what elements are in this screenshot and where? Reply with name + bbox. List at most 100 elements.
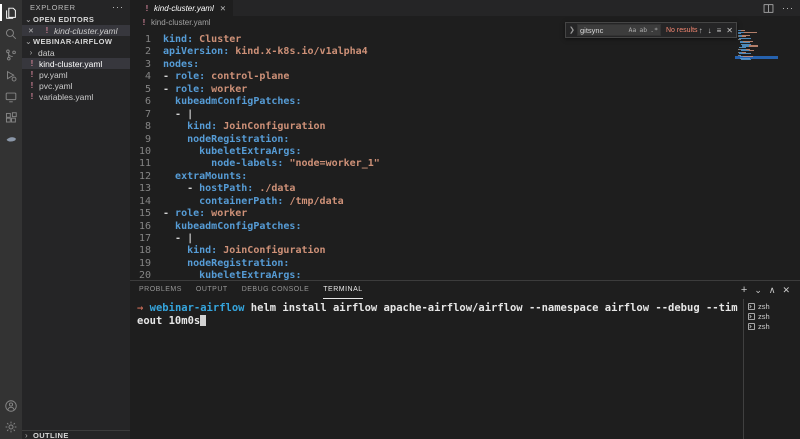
editor-group: ! kind-cluster.yaml ✕ ··· ! kind-cluster… [130, 0, 800, 280]
sidebar-item-data[interactable]: ›data [22, 47, 130, 58]
regex-icon[interactable]: .* [650, 26, 658, 34]
new-terminal-icon[interactable]: + [741, 285, 747, 296]
chevron-down-icon: ⌄ [25, 15, 33, 24]
panel-tab-terminal[interactable]: TERMINAL [323, 281, 362, 299]
code-line[interactable]: 19 nodeRegistration: [130, 258, 800, 270]
panel-tab-output[interactable]: OUTPUT [196, 281, 228, 299]
terminal-dropdown-icon[interactable]: ⌄ [754, 286, 762, 295]
file-label: pv.yaml [39, 70, 68, 80]
code-editor[interactable]: 1kind: Cluster2apiVersion: kind.x-k8s.io… [130, 29, 800, 280]
explorer-icon[interactable] [0, 2, 22, 23]
panel-tab-debug-console[interactable]: DEBUG CONSOLE [242, 281, 310, 299]
match-case-icon[interactable]: Aa [629, 26, 637, 34]
code-text: kubeadmConfigPatches: [163, 221, 301, 233]
code-line[interactable]: 15- role: worker [130, 208, 800, 220]
panel-header: PROBLEMSOUTPUTDEBUG CONSOLETERMINAL + ⌄ … [130, 281, 800, 299]
code-line[interactable]: 16 kubeadmConfigPatches: [130, 221, 800, 233]
code-line[interactable]: 3nodes: [130, 59, 800, 71]
code-line[interactable]: 4- role: control-plane [130, 71, 800, 83]
code-line[interactable]: 5- role: worker [130, 84, 800, 96]
tab-bar: ! kind-cluster.yaml ✕ ··· [130, 0, 800, 16]
sidebar-item-kind-cluster-yaml[interactable]: !kind-cluster.yaml [22, 58, 130, 69]
code-line[interactable]: 20 kubeletExtraArgs: [130, 270, 800, 280]
find-toggle-replace-icon[interactable]: ❯ [569, 26, 577, 34]
maximize-panel-icon[interactable]: ∧ [769, 286, 776, 295]
line-number: 15 [130, 208, 163, 220]
sidebar-item-pvc-yaml[interactable]: !pvc.yaml [22, 80, 130, 91]
code-line[interactable]: 10 kubeletExtraArgs: [130, 146, 800, 158]
code-line[interactable]: 11 node-labels: "node=worker_1" [130, 158, 800, 170]
split-editor-icon[interactable] [763, 3, 774, 14]
chevron-right-icon: › [27, 48, 35, 57]
line-number: 8 [130, 121, 163, 133]
code-text: kind: Cluster [163, 34, 241, 46]
code-text: apiVersion: kind.x-k8s.io/v1alpha4 [163, 46, 368, 58]
line-number: 13 [130, 183, 163, 195]
outline-header[interactable]: › OUTLINE [22, 430, 130, 439]
line-number: 20 [130, 270, 163, 280]
terminal-instance-label: zsh [758, 302, 770, 311]
source-control-icon[interactable] [0, 44, 22, 65]
chevron-right-icon: › [25, 431, 33, 439]
tab-close-icon[interactable]: ✕ [220, 4, 226, 13]
code-line[interactable]: 14 containerPath: /tmp/data [130, 196, 800, 208]
terminal-instance-zsh[interactable]: zsh [744, 321, 800, 331]
tab-kind-cluster-yaml[interactable]: ! kind-cluster.yaml ✕ [130, 0, 233, 16]
terminal-instance-zsh[interactable]: zsh [744, 301, 800, 311]
account-icon[interactable] [0, 395, 22, 416]
open-editors-header[interactable]: ⌄ OPEN EDITORS [22, 14, 130, 25]
code-line[interactable]: 9 nodeRegistration: [130, 134, 800, 146]
workspace-folder-header[interactable]: ⌄ WEBINAR-AIRFLOW [22, 36, 130, 47]
terminal-icon [748, 323, 755, 330]
find-query: gitsync [580, 26, 629, 35]
line-number: 2 [130, 46, 163, 58]
code-line[interactable]: 2apiVersion: kind.x-k8s.io/v1alpha4 [130, 46, 800, 58]
code-line[interactable]: 18 kind: JoinConfiguration [130, 245, 800, 257]
find-close-icon[interactable]: ✕ [726, 26, 733, 35]
terminal-line: eout 10m0s [137, 315, 740, 328]
open-editor-item-kind-cluster[interactable]: ✕ ! kind-cluster.yaml [22, 25, 130, 36]
editor-more-actions-icon[interactable]: ··· [782, 3, 794, 13]
code-text: extraMounts: [163, 171, 247, 183]
code-line[interactable]: 8 kind: JoinConfiguration [130, 121, 800, 133]
close-panel-icon[interactable]: ✕ [782, 286, 790, 295]
terminal-instance-zsh[interactable]: zsh [744, 311, 800, 321]
sidebar-item-variables-yaml[interactable]: !variables.yaml [22, 91, 130, 102]
terminal-command-wrap: eout 10m0s [137, 315, 200, 327]
remote-explorer-icon[interactable] [0, 86, 22, 107]
extensions-icon[interactable] [0, 107, 22, 128]
search-icon[interactable] [0, 23, 22, 44]
line-number: 18 [130, 245, 163, 257]
find-previous-icon[interactable]: ↑ [699, 26, 703, 35]
code-line[interactable]: 6 kubeadmConfigPatches: [130, 96, 800, 108]
terminal-icon [748, 313, 755, 320]
file-label: pvc.yaml [39, 81, 73, 91]
run-debug-icon[interactable] [0, 65, 22, 86]
code-line[interactable]: 12 extraMounts: [130, 171, 800, 183]
terminal-instance-label: zsh [758, 322, 770, 331]
terminal-line: → webinar-airflow helm install airflow a… [137, 302, 740, 315]
sidebar-more-actions-icon[interactable]: ··· [112, 2, 124, 12]
line-number: 12 [130, 171, 163, 183]
custom-extension-icon[interactable] [0, 128, 22, 149]
close-editor-icon[interactable]: ✕ [28, 27, 37, 35]
file-label: kind-cluster.yaml [39, 59, 102, 69]
find-input[interactable]: gitsync Aa ab .* [577, 24, 661, 36]
breadcrumb-file: kind-cluster.yaml [151, 18, 211, 27]
whole-word-icon[interactable]: ab [639, 26, 647, 34]
minimap[interactable] [738, 30, 772, 61]
panel-tab-problems[interactable]: PROBLEMS [139, 281, 182, 299]
settings-gear-icon[interactable] [0, 416, 22, 437]
code-line[interactable]: 13 - hostPath: ./data [130, 183, 800, 195]
prompt-arrow: → [137, 302, 150, 314]
line-number: 17 [130, 233, 163, 245]
find-next-icon[interactable]: ↓ [708, 26, 712, 35]
sidebar-item-pv-yaml[interactable]: !pv.yaml [22, 69, 130, 80]
line-number: 19 [130, 258, 163, 270]
terminal[interactable]: → webinar-airflow helm install airflow a… [137, 302, 740, 439]
yaml-file-icon: ! [140, 18, 148, 27]
code-line[interactable]: 7 - | [130, 109, 800, 121]
find-in-selection-icon[interactable]: ≡ [717, 26, 722, 35]
line-number: 7 [130, 109, 163, 121]
code-line[interactable]: 17 - | [130, 233, 800, 245]
